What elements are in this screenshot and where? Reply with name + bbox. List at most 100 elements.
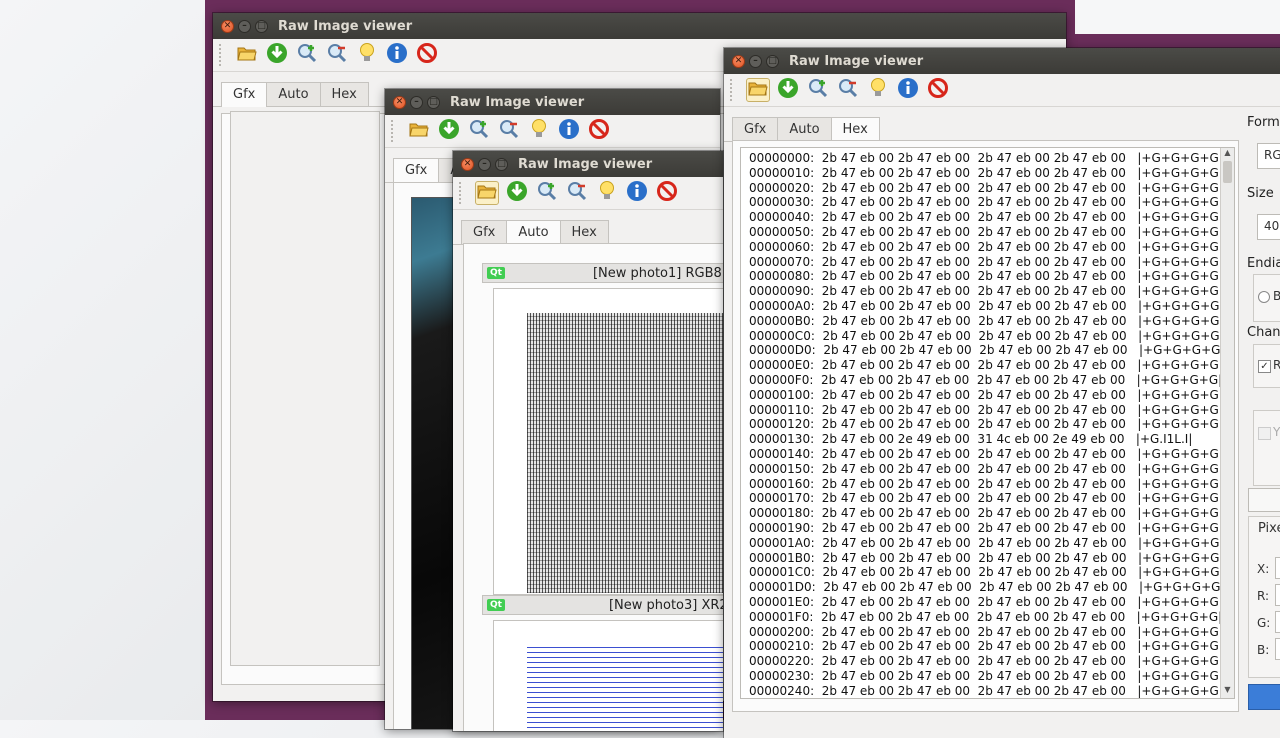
endian-radio[interactable] [1258, 291, 1270, 303]
size-input[interactable]: 400 [1257, 214, 1280, 240]
zoom-out-button[interactable] [325, 43, 349, 67]
window-d: ✕ – □ Raw Image viewer Gfx Auto Hex 0000… [724, 48, 1280, 738]
open-button[interactable] [746, 78, 770, 102]
quit-button[interactable] [655, 181, 679, 205]
window-a-titlebar[interactable]: ✕ – □ Raw Image viewer [213, 13, 1066, 39]
stop-icon [927, 77, 949, 103]
b-field[interactable] [1275, 638, 1280, 660]
side-button[interactable] [1248, 488, 1280, 512]
scroll-up-icon[interactable]: ▲ [1221, 148, 1234, 161]
zoom-out-button[interactable] [497, 119, 521, 143]
tab-auto[interactable]: Auto [266, 82, 321, 106]
open-button[interactable] [475, 181, 499, 205]
save-button[interactable] [505, 181, 529, 205]
hex-line: 000001F0: 2b 47 eb 00 2b 47 eb 00 2b 47 … [749, 609, 1223, 624]
minimize-icon[interactable]: – [238, 19, 251, 33]
hex-view[interactable]: 00000000: 2b 47 eb 00 2b 47 eb 00 2b 47 … [740, 147, 1235, 699]
hint-button[interactable] [527, 119, 551, 143]
info-button[interactable] [557, 119, 581, 143]
open-button[interactable] [407, 119, 431, 143]
info-button[interactable] [896, 78, 920, 102]
zoom-in-button[interactable] [535, 181, 559, 205]
zoom-out-button[interactable] [836, 78, 860, 102]
tab-hex[interactable]: Hex [559, 220, 609, 244]
hex-line: 00000190: 2b 47 eb 00 2b 47 eb 00 2b 47 … [749, 520, 1223, 535]
maximize-icon[interactable]: □ [495, 157, 508, 171]
apply-button[interactable] [1248, 684, 1280, 710]
hint-button[interactable] [595, 181, 619, 205]
window-c-titlebar[interactable]: ✕ – □ Raw Image viewer [453, 151, 723, 177]
hex-line: 00000060: 2b 47 eb 00 2b 47 eb 00 2b 47 … [749, 239, 1223, 254]
tab-gfx[interactable]: Gfx [393, 158, 440, 183]
save-button[interactable] [265, 43, 289, 67]
endian-group: B [1253, 274, 1280, 322]
window-b-titlebar[interactable]: ✕ – □ Raw Image viewer [385, 89, 720, 115]
hex-line: 00000070: 2b 47 eb 00 2b 47 eb 00 2b 47 … [749, 254, 1223, 269]
zoom-out-icon [837, 77, 859, 103]
tab-gfx[interactable]: Gfx [221, 82, 268, 107]
x-field[interactable] [1275, 557, 1280, 579]
zoom-in-button[interactable] [295, 43, 319, 67]
hex-line: 00000220: 2b 47 eb 00 2b 47 eb 00 2b 47 … [749, 654, 1223, 669]
lightbulb-icon [530, 118, 548, 144]
tab-gfx[interactable]: Gfx [732, 117, 779, 141]
quit-button[interactable] [926, 78, 950, 102]
scroll-thumb[interactable] [1223, 161, 1232, 183]
channel-r-checkbox[interactable]: ✓ [1258, 360, 1271, 373]
zoom-in-button[interactable] [467, 119, 491, 143]
folder-open-icon [237, 44, 257, 66]
quit-button[interactable] [587, 119, 611, 143]
hint-button[interactable] [355, 43, 379, 67]
tab-gfx[interactable]: Gfx [461, 220, 508, 244]
subwindow-photo3-titlebar[interactable]: Qt [New photo3] XR2 [482, 595, 723, 615]
maximize-icon[interactable]: □ [255, 19, 268, 33]
info-icon [386, 42, 408, 68]
info-button[interactable] [385, 43, 409, 67]
scrollbar[interactable]: ▲ ▼ [1220, 148, 1234, 698]
open-button[interactable] [235, 43, 259, 67]
info-button[interactable] [625, 181, 649, 205]
maximize-icon[interactable]: □ [766, 54, 779, 68]
scroll-down-icon[interactable]: ▼ [1221, 685, 1234, 698]
stop-icon [588, 118, 610, 144]
close-icon[interactable]: ✕ [393, 95, 406, 109]
hex-line: 00000000: 2b 47 eb 00 2b 47 eb 00 2b 47 … [749, 151, 1223, 165]
toolbar-grip[interactable] [459, 182, 465, 204]
minimize-icon[interactable]: – [478, 157, 491, 171]
tab-hex[interactable]: Hex [830, 117, 880, 142]
quit-button[interactable] [415, 43, 439, 67]
save-button[interactable] [437, 119, 461, 143]
close-icon[interactable]: ✕ [221, 19, 234, 33]
hint-button[interactable] [866, 78, 890, 102]
disabled-option-label: Y [1273, 425, 1280, 439]
hex-line: 00000160: 2b 47 eb 00 2b 47 eb 00 2b 47 … [749, 476, 1223, 491]
zoom-in-icon [807, 77, 829, 103]
tab-auto[interactable]: Auto [506, 220, 561, 245]
toolbar [724, 74, 1280, 107]
window-d-titlebar[interactable]: ✕ – □ Raw Image viewer [724, 48, 1280, 74]
r-field[interactable] [1275, 584, 1280, 606]
pixel-group-label: Pixe [1258, 521, 1280, 536]
minimize-icon[interactable]: – [410, 95, 423, 109]
zoom-in-button[interactable] [806, 78, 830, 102]
save-button[interactable] [776, 78, 800, 102]
g-field[interactable] [1275, 611, 1280, 633]
tab-auto[interactable]: Auto [777, 117, 832, 141]
subwindow-photo1-titlebar[interactable]: Qt [New photo1] RGB8 [482, 263, 723, 283]
window-c: ✕ – □ Raw Image viewer Gfx Auto Hex Qt [… [453, 151, 723, 731]
toolbar-grip[interactable] [730, 79, 736, 101]
folder-open-icon [748, 79, 768, 101]
maximize-icon[interactable]: □ [427, 95, 440, 109]
zoom-out-icon [566, 180, 588, 206]
zoom-out-button[interactable] [565, 181, 589, 205]
close-icon[interactable]: ✕ [732, 54, 745, 68]
toolbar [385, 115, 720, 148]
lightbulb-icon [869, 77, 887, 103]
format-select[interactable]: RG [1257, 143, 1280, 169]
toolbar-grip[interactable] [219, 44, 225, 66]
close-icon[interactable]: ✕ [461, 157, 474, 171]
folder-open-icon [477, 182, 497, 204]
toolbar-grip[interactable] [391, 120, 397, 142]
tab-hex[interactable]: Hex [319, 82, 369, 106]
minimize-icon[interactable]: – [749, 54, 762, 68]
